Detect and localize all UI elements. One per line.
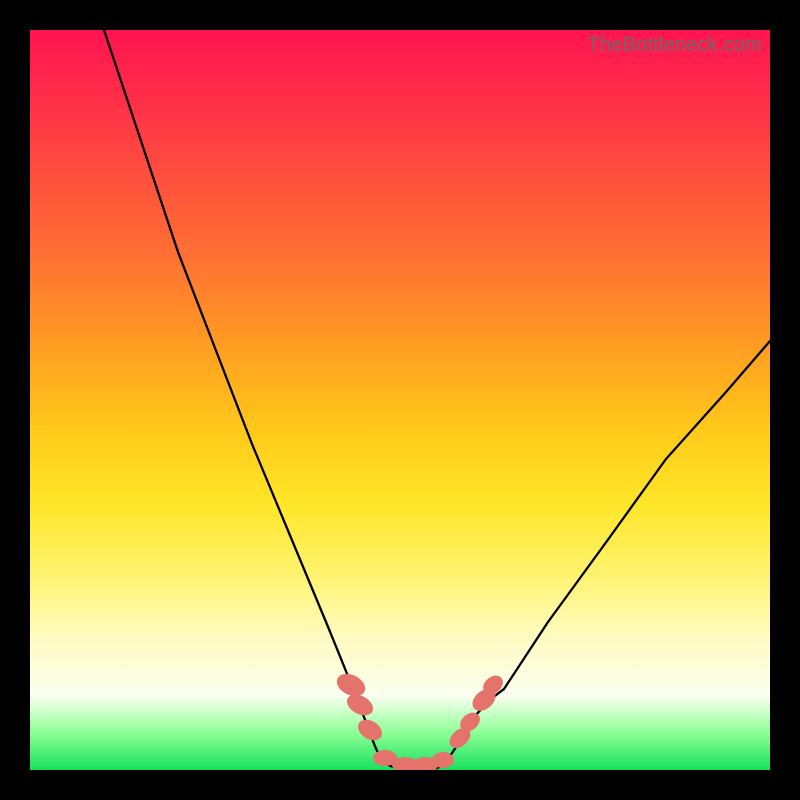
trough-markers xyxy=(333,669,506,770)
curve-overlay xyxy=(30,30,770,770)
bottleneck-curve xyxy=(104,30,770,770)
chart-frame: TheBottleneck.com xyxy=(0,0,800,800)
plot-area: TheBottleneck.com xyxy=(30,30,770,770)
